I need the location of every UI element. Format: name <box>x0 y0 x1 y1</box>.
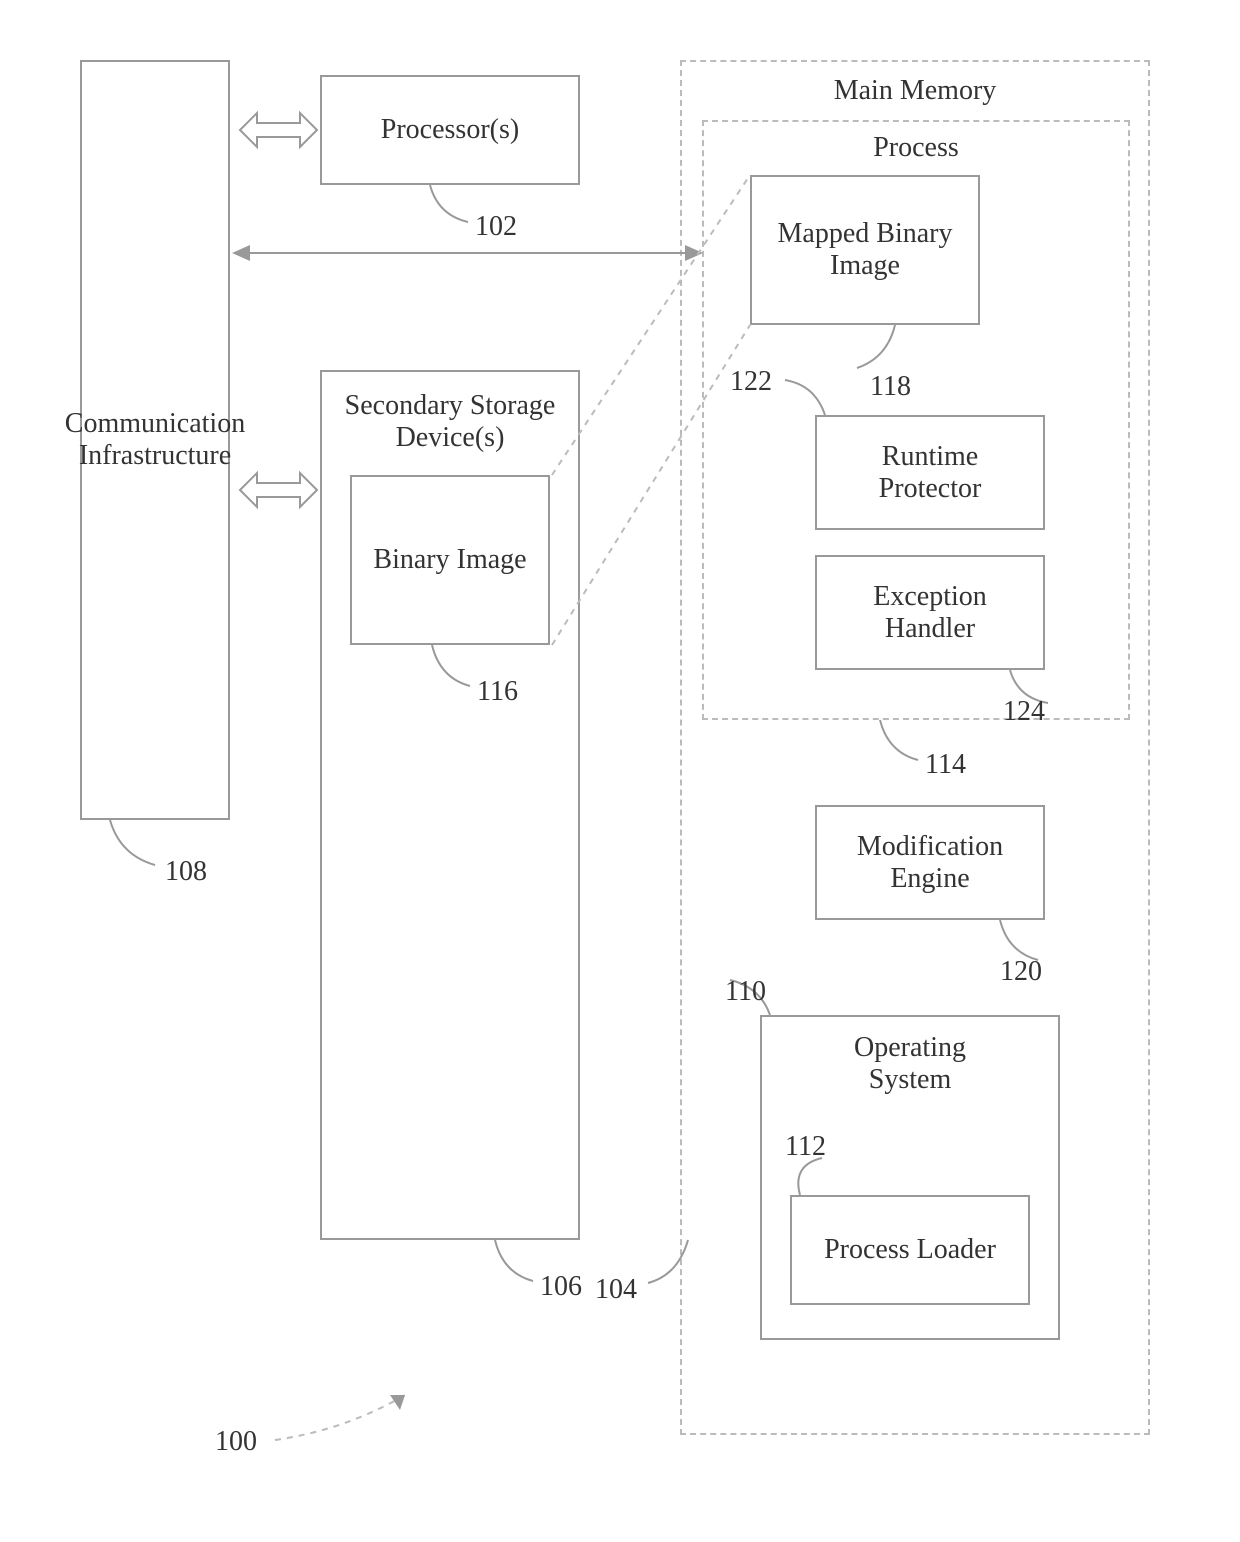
mapped-binary-label: Mapped Binary Image <box>778 218 953 282</box>
modification-engine-label: Modification Engine <box>857 831 1003 895</box>
ref-106: 106 <box>540 1271 582 1302</box>
ref-100: 100 <box>215 1426 257 1457</box>
runtime-protector-box: Runtime Protector <box>815 415 1045 530</box>
modification-engine-box: Modification Engine <box>815 805 1045 920</box>
exception-handler-label: Exception Handler <box>873 581 987 645</box>
arrow-comm-storage <box>240 473 317 507</box>
secondary-storage-label: Secondary Storage Device(s) <box>345 390 556 454</box>
mapped-binary-box: Mapped Binary Image <box>750 175 980 325</box>
runtime-protector-label: Runtime Protector <box>879 441 982 505</box>
binary-image-label: Binary Image <box>373 544 526 576</box>
process-loader-label: Process Loader <box>824 1234 996 1266</box>
arrow-comm-processor <box>240 113 317 147</box>
process-loader-box: Process Loader <box>790 1195 1030 1305</box>
exception-handler-box: Exception Handler <box>815 555 1045 670</box>
processor-box: Processor(s) <box>320 75 580 185</box>
arrow-comm-process <box>232 245 703 261</box>
operating-system-label: Operating System <box>854 1032 966 1096</box>
ref-102: 102 <box>475 211 517 242</box>
processor-label: Processor(s) <box>381 114 519 146</box>
ref-104: 104 <box>595 1274 637 1305</box>
process-label: Process <box>702 132 1130 164</box>
comm-infrastructure-label: Communication Infrastructure <box>65 408 245 472</box>
ref-108: 108 <box>165 856 207 887</box>
binary-image-box: Binary Image <box>350 475 550 645</box>
comm-infrastructure-box: Communication Infrastructure <box>80 60 230 820</box>
main-memory-label: Main Memory <box>680 75 1150 107</box>
